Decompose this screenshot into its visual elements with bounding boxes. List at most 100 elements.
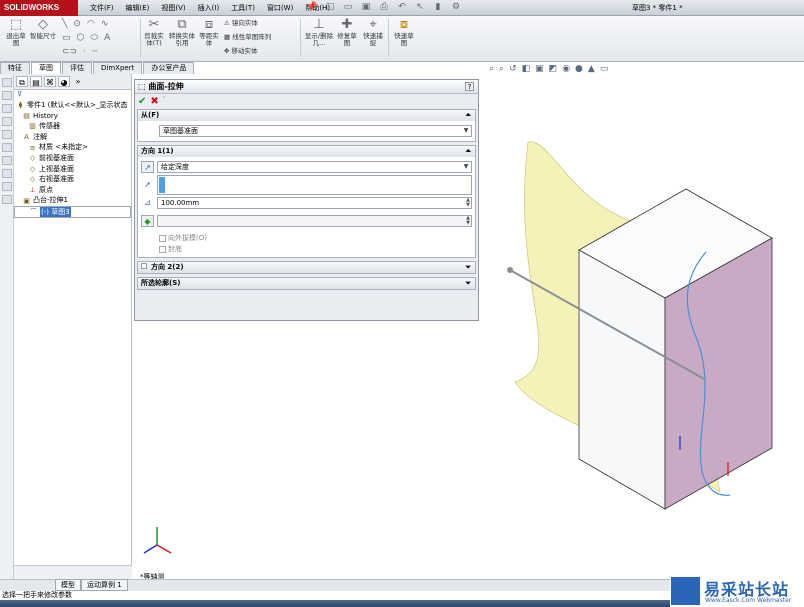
direction2-group-header[interactable]: 方向 2(2) ⏷ <box>138 262 475 273</box>
quick-snaps-button[interactable]: ⌖ 快速捕捉 <box>362 18 384 47</box>
direction1-group-header[interactable]: 方向 1(1) ⏶ <box>138 146 475 157</box>
polygon-icon[interactable]: ⬡ <box>77 33 85 43</box>
open-icon[interactable]: ▭ <box>342 2 354 13</box>
trim-entities-button[interactable]: ✂ 剪裁实体(T) <box>142 18 166 47</box>
spin-arrows-icon[interactable]: ▲ ▼ <box>466 216 470 226</box>
feature-manager-scrollbar[interactable] <box>14 565 132 579</box>
offset-entities-button[interactable]: ⧈ 等距实体 <box>198 18 220 47</box>
display-manager-tab-icon[interactable]: ◕ <box>58 76 70 87</box>
draft-angle-input[interactable]: ▲ ▼ <box>157 215 472 227</box>
tab-features[interactable]: 特征 <box>0 62 30 74</box>
tool-icon[interactable] <box>1 130 12 139</box>
mirror-entities-button[interactable]: ⚠ 镜向实体 <box>224 20 258 27</box>
save-icon[interactable]: ▣ <box>360 2 372 13</box>
tool-icon[interactable] <box>1 182 12 191</box>
menu-tools[interactable]: 工具(T) <box>225 0 261 16</box>
tab-dimxpert[interactable]: DimXpert <box>93 62 143 74</box>
point-icon[interactable]: · <box>83 47 86 57</box>
rapid-sketch-button[interactable]: ⧇ 快速草图 <box>392 18 416 47</box>
direction2-checkbox[interactable] <box>141 263 147 269</box>
new-document-icon[interactable]: □ <box>324 2 336 13</box>
tool-icon[interactable] <box>1 117 12 126</box>
detailed-preview-icon[interactable]: ᐝ <box>163 96 165 106</box>
tree-item-right-plane[interactable]: ◇ 右视基准面 <box>14 174 131 185</box>
expand-icon[interactable]: » <box>72 76 84 87</box>
convert-entities-button[interactable]: ⧉ 转换实体引用 <box>168 18 196 47</box>
tool-icon[interactable] <box>1 104 12 113</box>
capped-checkbox[interactable]: 封底 <box>159 244 472 254</box>
tree-item-origin[interactable]: ⊥ 原点 <box>14 185 131 196</box>
tool-icon[interactable] <box>1 156 12 165</box>
circle-icon[interactable]: ⊙ <box>73 19 81 29</box>
expand-icon[interactable]: ⏷ <box>465 262 471 273</box>
options-icon[interactable]: ⚙ <box>450 2 462 13</box>
end-condition-select[interactable]: 给定深度 ▼ <box>157 161 472 173</box>
tree-item-sensors[interactable]: ▥ 传感器 <box>14 121 131 132</box>
from-select[interactable]: 草图基准面 ▼ <box>159 125 472 137</box>
drag-handle-icon[interactable] <box>507 267 513 273</box>
menu-window[interactable]: 窗口(W) <box>261 0 299 16</box>
repair-sketch-button[interactable]: ✚ 修复草图 <box>336 18 358 47</box>
tool-icon[interactable] <box>1 195 12 204</box>
tree-item-sketch3[interactable]: ⌒ (-) 草图3 <box>14 205 131 218</box>
tool-icon[interactable] <box>1 91 12 100</box>
tab-model[interactable]: 模型 <box>55 579 81 591</box>
tree-item-material[interactable]: ≡ 材质 <未指定> <box>14 142 131 153</box>
pin-icon[interactable]: 📌 <box>306 2 318 13</box>
feature-tree-tab-icon[interactable]: ⧉ <box>16 76 28 87</box>
tab-motion-study[interactable]: 运动算例 1 <box>81 579 128 591</box>
spin-arrows-icon[interactable]: ▲ ▼ <box>466 198 470 208</box>
smart-dimension-button[interactable]: ◇ 智能尺寸 <box>30 18 56 40</box>
rebuild-icon[interactable]: ▮ <box>432 2 444 13</box>
tree-item-front-plane[interactable]: ◇ 前视基准面 <box>14 153 131 164</box>
selected-contours-header[interactable]: 所选轮廓(S) ⏷ <box>138 278 475 289</box>
tab-office-products[interactable]: 办公室产品 <box>143 62 195 74</box>
draft-icon[interactable]: ◆ <box>141 215 154 227</box>
filter-icon[interactable]: ⊽ <box>14 90 131 100</box>
configuration-tab-icon[interactable]: ⌘ <box>44 76 56 87</box>
tree-item-annotations[interactable]: A 注解 <box>14 132 131 143</box>
centerline-icon[interactable]: ┄ <box>92 47 97 57</box>
reverse-direction-icon[interactable]: ↗ <box>141 161 154 173</box>
collapse-icon[interactable]: ⏶ <box>465 110 471 121</box>
move-entities-button[interactable]: ✥ 移动实体 <box>224 48 258 55</box>
menu-view[interactable]: 视图(V) <box>155 0 191 16</box>
rectangle-icon[interactable]: ▭ <box>62 33 71 43</box>
property-manager-tab-icon[interactable]: ▤ <box>30 76 42 87</box>
line-icon[interactable]: ╲ <box>62 19 67 29</box>
from-group-header[interactable]: 从(F) ⏶ <box>138 110 475 121</box>
spline-icon[interactable]: ∿ <box>101 19 109 29</box>
display-delete-relations-button[interactable]: ⊥ 显示/删除几... <box>304 18 334 47</box>
undo-icon[interactable]: ↶ <box>396 2 408 13</box>
tool-icon[interactable] <box>1 143 12 152</box>
depth-input[interactable]: 100.00mm ▲ ▼ <box>157 197 472 209</box>
direction-reference-box[interactable] <box>157 175 472 195</box>
collapse-icon[interactable]: ⏶ <box>465 146 471 157</box>
expand-icon[interactable]: ⏷ <box>465 278 471 289</box>
tab-sketch[interactable]: 草图 <box>31 62 61 74</box>
menu-file[interactable]: 文件(F) <box>84 0 120 16</box>
tab-evaluate[interactable]: 评估 <box>62 62 92 74</box>
tool-icon[interactable] <box>1 169 12 178</box>
help-button[interactable]: ? <box>465 82 474 91</box>
print-icon[interactable]: ⎙ <box>378 2 390 13</box>
linear-pattern-button[interactable]: ▦ 线性草图阵列 <box>224 34 271 41</box>
ok-button[interactable]: ✔ <box>138 96 146 107</box>
slot-icon[interactable]: ⊂⊃ <box>62 47 77 57</box>
arc-icon[interactable]: ◠ <box>87 19 95 29</box>
menu-insert[interactable]: 插入(I) <box>192 0 226 16</box>
tree-item-history[interactable]: ▤ History <box>14 111 131 122</box>
property-manager-title: ⬚ 曲面-拉伸 ? <box>135 80 478 94</box>
text-icon[interactable]: A <box>104 33 110 43</box>
tree-item-boss-extrude[interactable]: ▣ 凸台-拉伸1 <box>14 195 131 206</box>
menu-edit[interactable]: 编辑(E) <box>120 0 156 16</box>
cancel-button[interactable]: ✖ <box>150 96 158 107</box>
tree-item-part[interactable]: ⧫ 零件1 (默认<<默认>_显示状态 <box>14 100 131 111</box>
exit-sketch-button[interactable]: ⬚ 退出草图 <box>4 18 28 47</box>
draft-outward-checkbox[interactable]: 向外拔模(O) <box>159 233 472 243</box>
tool-icon[interactable] <box>1 78 12 87</box>
select-icon[interactable]: ↖ <box>414 2 426 13</box>
ellipse-icon[interactable]: ⬭ <box>90 33 98 43</box>
tree-item-top-plane[interactable]: ◇ 上视基准面 <box>14 164 131 175</box>
graphics-area[interactable] <box>480 62 804 579</box>
